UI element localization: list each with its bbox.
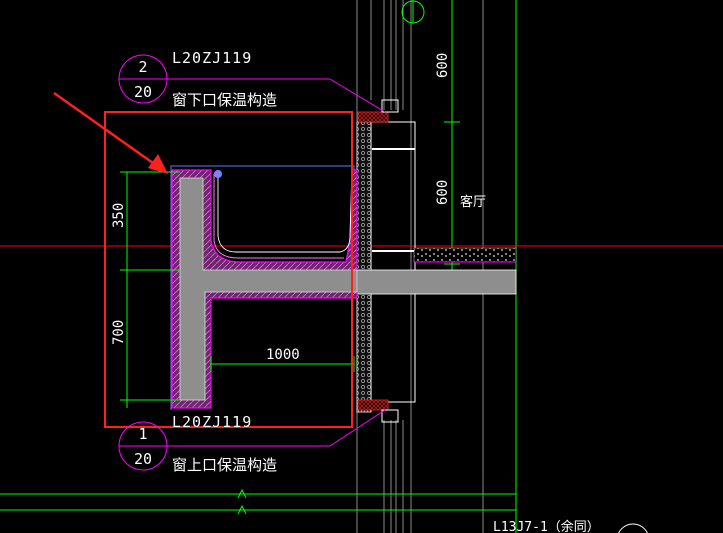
callout-bottom-sheet: 20: [134, 450, 152, 468]
room-label: 客厅: [460, 194, 486, 210]
right-dimension-line: [444, 0, 517, 533]
callout-top: 2 20 L20ZJ119 窗下口保温构造: [118, 49, 386, 113]
callout-top-sheet: 20: [134, 83, 152, 101]
floor-slab: [356, 247, 517, 295]
window-sill-section: [171, 169, 358, 409]
dimension-upper-height: 350: [111, 203, 127, 228]
dimension-right-mid: 600: [435, 180, 451, 205]
window-frame: [356, 99, 416, 423]
dimension-lower-height: 700: [111, 320, 127, 345]
cad-drawing-canvas: 600 600 客厅 350 700 1000 2 20 L20ZJ119 窗下…: [0, 0, 723, 533]
callout-bottom-number: 1: [138, 425, 147, 443]
pointer-arrow: [53, 91, 168, 174]
callout-top-title: 窗下口保温构造: [172, 91, 277, 109]
bottom-reference-note: L13J7-1（余同）: [493, 519, 600, 533]
bottom-axis-circle: [618, 523, 648, 533]
callout-bottom: 1 20 L20ZJ119 窗上口保温构造: [118, 409, 386, 474]
callout-top-number: 2: [138, 58, 147, 76]
callout-bottom-title: 窗上口保温构造: [172, 456, 277, 474]
callout-top-ref: L20ZJ119: [172, 49, 252, 67]
bottom-green-lines: [0, 488, 516, 515]
callout-bottom-ref: L20ZJ119: [172, 413, 252, 431]
dimension-right-top: 600: [435, 53, 451, 78]
dimension-width: 1000: [266, 347, 300, 363]
background-grid-lines: [356, 0, 484, 533]
